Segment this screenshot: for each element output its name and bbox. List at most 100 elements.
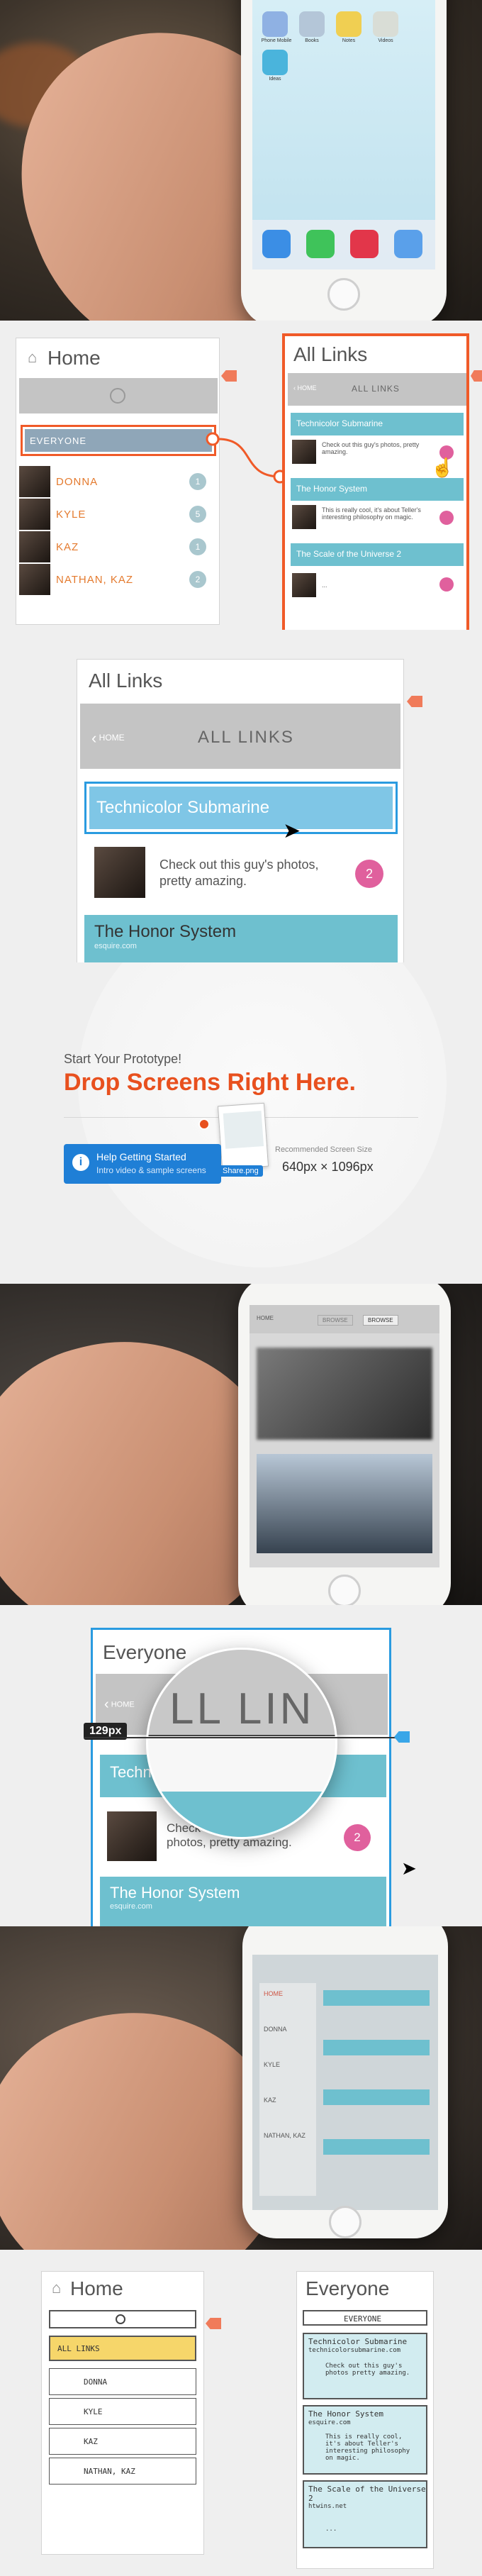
contact-name[interactable]: NATHAN, KAZ bbox=[56, 574, 133, 586]
all-links-screen-card[interactable]: All Links ‹ HOME ALL LINKS Technicolor S… bbox=[77, 659, 404, 962]
hotspot-flag bbox=[206, 2318, 221, 2329]
magnified-text: LL LIN bbox=[169, 1684, 315, 1733]
link-title: The Honor System bbox=[94, 922, 237, 941]
arrow-cursor-icon: ➤ bbox=[401, 1858, 417, 1879]
back-button[interactable]: HOME bbox=[257, 1315, 274, 1321]
link-title-bar[interactable] bbox=[323, 2040, 430, 2055]
link-text: Check out this guy's photos, pretty amaz… bbox=[322, 441, 420, 455]
count-badge: 2 bbox=[355, 860, 383, 888]
compass-icon[interactable] bbox=[262, 230, 291, 258]
link-title-bar[interactable]: The Honor System bbox=[291, 478, 464, 501]
link-text: This is really cool, it's about Teller's… bbox=[322, 506, 421, 521]
link-title-bar[interactable] bbox=[323, 1990, 430, 2006]
count-badge bbox=[439, 577, 454, 592]
link-title-bar[interactable]: The Scale of the Universe 2 bbox=[291, 543, 464, 566]
music-icon[interactable] bbox=[350, 230, 379, 258]
photo-thumbnail[interactable] bbox=[257, 1348, 432, 1440]
sketch-link[interactable]: Technicolor Submarine technicolorsubmari… bbox=[303, 2333, 427, 2399]
link-title-bar[interactable] bbox=[323, 2089, 430, 2105]
home-button[interactable] bbox=[327, 278, 360, 311]
hotspot-flag bbox=[394, 1731, 410, 1743]
phone-image: Phone Mobile Books Notes Videos Ideas bbox=[241, 0, 447, 321]
chevron-left-icon: ‹ bbox=[91, 729, 97, 747]
link-title-bar[interactable]: Technicolor Submarine bbox=[291, 413, 464, 435]
contact-name[interactable]: KAZ bbox=[56, 541, 79, 553]
app-icon[interactable] bbox=[262, 50, 288, 75]
contact-name[interactable]: DONNA bbox=[56, 476, 98, 488]
small-heading: Start Your Prototype! bbox=[64, 1052, 182, 1066]
tab-browse[interactable]: BROWSE bbox=[318, 1315, 353, 1326]
avatar bbox=[292, 505, 316, 529]
everyone-row[interactable]: EVERYONE bbox=[21, 425, 216, 456]
avatar bbox=[292, 440, 316, 464]
all-links-title: All Links bbox=[89, 670, 163, 692]
home-screen-card[interactable]: ⌂ Home EVERYONE DONNA 1 KYLE 5 KAZ 1 NAT… bbox=[16, 338, 220, 625]
sketch-nav: EVERYONE bbox=[303, 2310, 427, 2326]
tab-browse-active[interactable]: BROWSE bbox=[363, 1315, 398, 1326]
photo-panel-phone-browse: HOME BROWSE BROWSE bbox=[0, 1284, 482, 1605]
home-title: Home bbox=[70, 2277, 123, 2299]
photo-panel-phone-home: Phone Mobile Books Notes Videos Ideas bbox=[0, 0, 482, 321]
sketch-label: HOME bbox=[264, 1990, 283, 1997]
sketch-label: KAZ bbox=[264, 2097, 276, 2104]
sketch-row[interactable]: KYLE bbox=[49, 2398, 196, 2425]
sketch-link[interactable]: The Scale of the Universe 2 htwins.net .… bbox=[303, 2480, 427, 2548]
rec-value: 640px × 1096px bbox=[282, 1160, 374, 1174]
link-title-bar[interactable] bbox=[323, 2139, 430, 2155]
phone-icon[interactable] bbox=[306, 230, 335, 258]
sketch-row[interactable]: KAZ bbox=[49, 2428, 196, 2455]
sketch-label: NATHAN, KAZ bbox=[264, 2132, 306, 2139]
back-button[interactable]: ‹ HOME bbox=[91, 729, 125, 748]
mail-icon[interactable] bbox=[394, 230, 422, 258]
sketch-link[interactable]: The Honor System esquire.com This is rea… bbox=[303, 2405, 427, 2475]
help-button[interactable]: i Help Getting Started Intro video & sam… bbox=[64, 1144, 221, 1184]
sketch-row[interactable]: NATHAN, KAZ bbox=[49, 2458, 196, 2485]
home-icon: ⌂ bbox=[28, 348, 38, 366]
all-links-row[interactable]: ALL LINKS bbox=[49, 2336, 196, 2361]
magnifier-lens: LL LIN bbox=[146, 1648, 337, 1839]
link-domain: esquire.com bbox=[94, 942, 137, 950]
everyone-sketch-card[interactable]: Everyone EVERYONE Technicolor Submarine … bbox=[296, 2271, 434, 2569]
home-button[interactable] bbox=[329, 2206, 362, 2238]
help-subtitle: Intro video & sample screens bbox=[96, 1165, 206, 1175]
back-button[interactable]: ‹ HOME bbox=[104, 1697, 135, 1713]
phone-screen: Phone Mobile Books Notes Videos Ideas bbox=[252, 0, 435, 270]
avatar bbox=[19, 564, 50, 595]
avatar bbox=[19, 466, 50, 497]
all-links-screen-card[interactable]: All Links ‹ HOME ALL LINKS Technicolor S… bbox=[282, 333, 469, 630]
home-title: Home bbox=[47, 347, 101, 369]
sketch-label: DONNA bbox=[264, 2026, 287, 2033]
panel-magnifier: Everyone ‹ HOME Technicolor Submarine Ch… bbox=[0, 1605, 482, 1926]
home-sketch-card[interactable]: ⌂ Home ALL LINKS DONNA KYLE KAZ NATHAN, … bbox=[41, 2271, 204, 2555]
app-label: Videos bbox=[378, 38, 393, 43]
nav-bar: ‹ HOME ALL LINKS bbox=[288, 373, 466, 406]
link-title-bar[interactable]: The Honor System esquire.com bbox=[84, 915, 398, 962]
sketch-nav bbox=[49, 2310, 196, 2328]
chevron-left-icon: ‹ bbox=[104, 1697, 109, 1712]
app-icon[interactable] bbox=[373, 11, 398, 37]
count-badge: 2 bbox=[189, 571, 206, 588]
contact-name[interactable]: KYLE bbox=[56, 509, 86, 521]
app-icon[interactable] bbox=[262, 11, 288, 37]
phone-image: HOME DONNA KYLE KAZ NATHAN, KAZ bbox=[242, 1926, 448, 2238]
link-text: Check out this guy's photos, pretty amaz… bbox=[159, 857, 319, 889]
sketch-label: KYLE bbox=[264, 2061, 281, 2068]
app-label: Books bbox=[305, 38, 319, 43]
phone-screen: HOME DONNA KYLE KAZ NATHAN, KAZ bbox=[252, 1955, 438, 2210]
link-title-bar-selected[interactable]: Technicolor Submarine bbox=[84, 782, 398, 834]
hotspot-flag bbox=[471, 370, 482, 382]
drag-cursor-icon bbox=[198, 1118, 210, 1130]
app-icon[interactable] bbox=[336, 11, 362, 37]
count-badge bbox=[439, 511, 454, 525]
app-icon[interactable] bbox=[299, 11, 325, 37]
back-button[interactable]: ‹ HOME bbox=[293, 384, 317, 392]
sketch-row[interactable]: DONNA bbox=[49, 2368, 196, 2395]
photo-thumbnail[interactable] bbox=[257, 1454, 432, 1553]
everyone-title: Everyone bbox=[306, 2277, 390, 2299]
big-heading: Drop Screens Right Here. bbox=[64, 1069, 356, 1096]
dragged-file[interactable] bbox=[217, 1102, 269, 1170]
link-title-bar[interactable]: The Honor System esquire.com bbox=[100, 1877, 386, 1926]
home-button[interactable] bbox=[328, 1575, 361, 1605]
avatar bbox=[94, 847, 145, 898]
app-label: Notes bbox=[342, 38, 356, 43]
